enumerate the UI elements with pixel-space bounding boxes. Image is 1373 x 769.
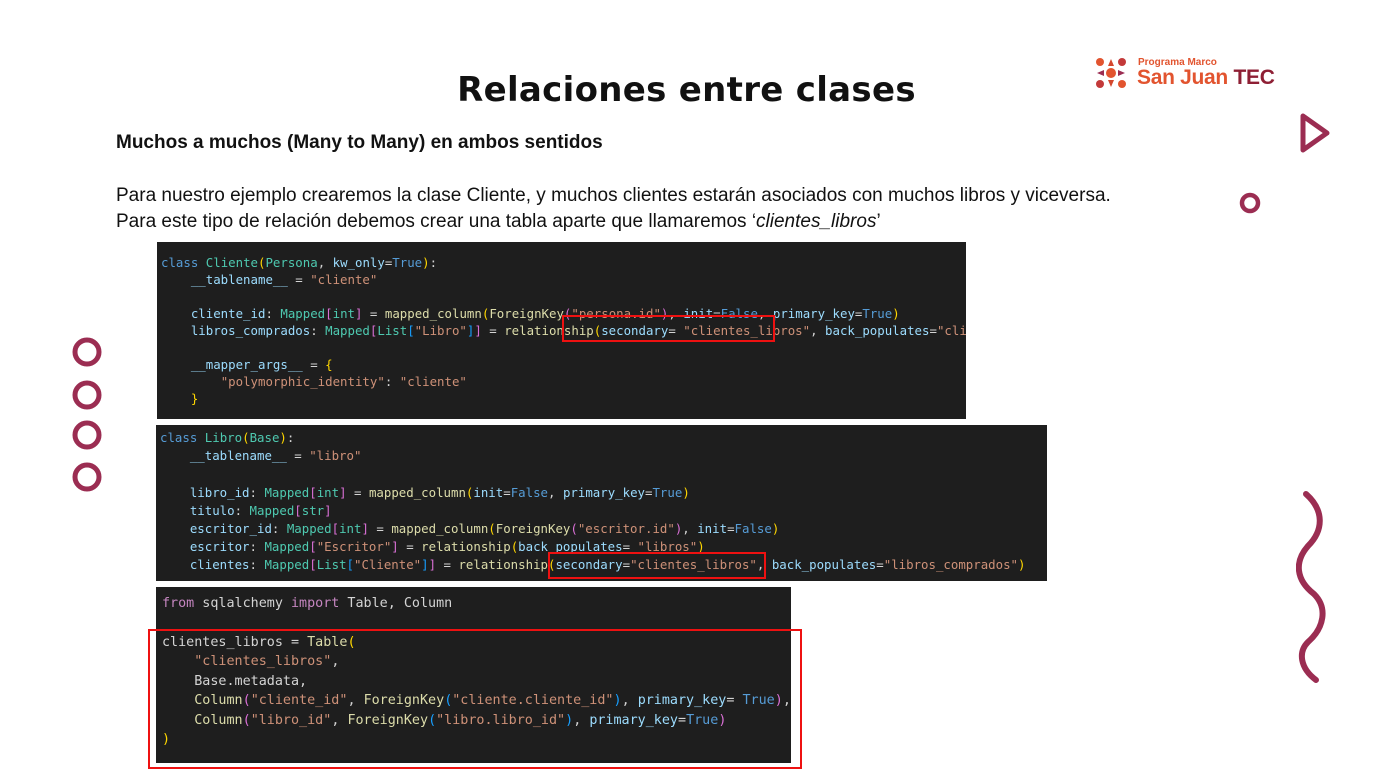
code-line: libro_id: Mapped[int] = mapped_column(in… (189, 485, 690, 500)
highlight-box (548, 552, 766, 579)
small-ring-icon (1239, 192, 1261, 214)
code-line: "polymorphic_identity": "cliente" (220, 374, 467, 389)
highlight-box (562, 315, 775, 342)
code-line: } (190, 391, 199, 406)
table-highlight-box (148, 629, 802, 769)
logo-mark-icon (1096, 58, 1126, 88)
paragraph-line-2: Para este tipo de relación debemos crear… (116, 209, 1111, 235)
paragraph-line-2-italic: clientes_libros (756, 211, 877, 232)
squiggle-icon (1296, 491, 1326, 683)
libro-code-block: class Libro(Base): __tablename__ = "libr… (156, 425, 1047, 581)
code-line: from sqlalchemy import Table, Column (162, 596, 453, 611)
logo-name-part2: TEC (1233, 66, 1275, 89)
slide-subtitle: Muchos a muchos (Many to Many) en ambos … (116, 132, 603, 153)
code-line: escritor_id: Mapped[int] = mapped_column… (189, 521, 780, 536)
rings-column-icon (72, 337, 102, 492)
code-line: __tablename__ = "cliente" (190, 272, 378, 287)
cliente-code-block: class Cliente(Persona, kw_only=True): __… (157, 242, 966, 419)
paragraph-line-2-prefix: Para este tipo de relación debemos crear… (116, 211, 757, 232)
code-line: titulo: Mapped[str] (189, 503, 332, 518)
code-line: __mapper_args__ = { (190, 357, 333, 372)
code-line: class Cliente(Persona, kw_only=True): (161, 255, 438, 270)
logo-name: San Juan TEC (1137, 66, 1275, 90)
slide-paragraph: Para nuestro ejemplo crearemos la clase … (116, 183, 1111, 235)
paragraph-line-2-suffix: ’ (876, 211, 881, 232)
paragraph-line-1: Para nuestro ejemplo crearemos la clase … (116, 185, 1111, 206)
code-line: cliente_id: Mapped[int] = mapped_column(… (190, 306, 900, 321)
logo-name-part1: San Juan (1137, 66, 1234, 89)
code-line: class Libro(Base): (160, 430, 295, 445)
code-line: __tablename__ = "libro" (189, 448, 362, 463)
play-triangle-icon (1300, 113, 1330, 153)
